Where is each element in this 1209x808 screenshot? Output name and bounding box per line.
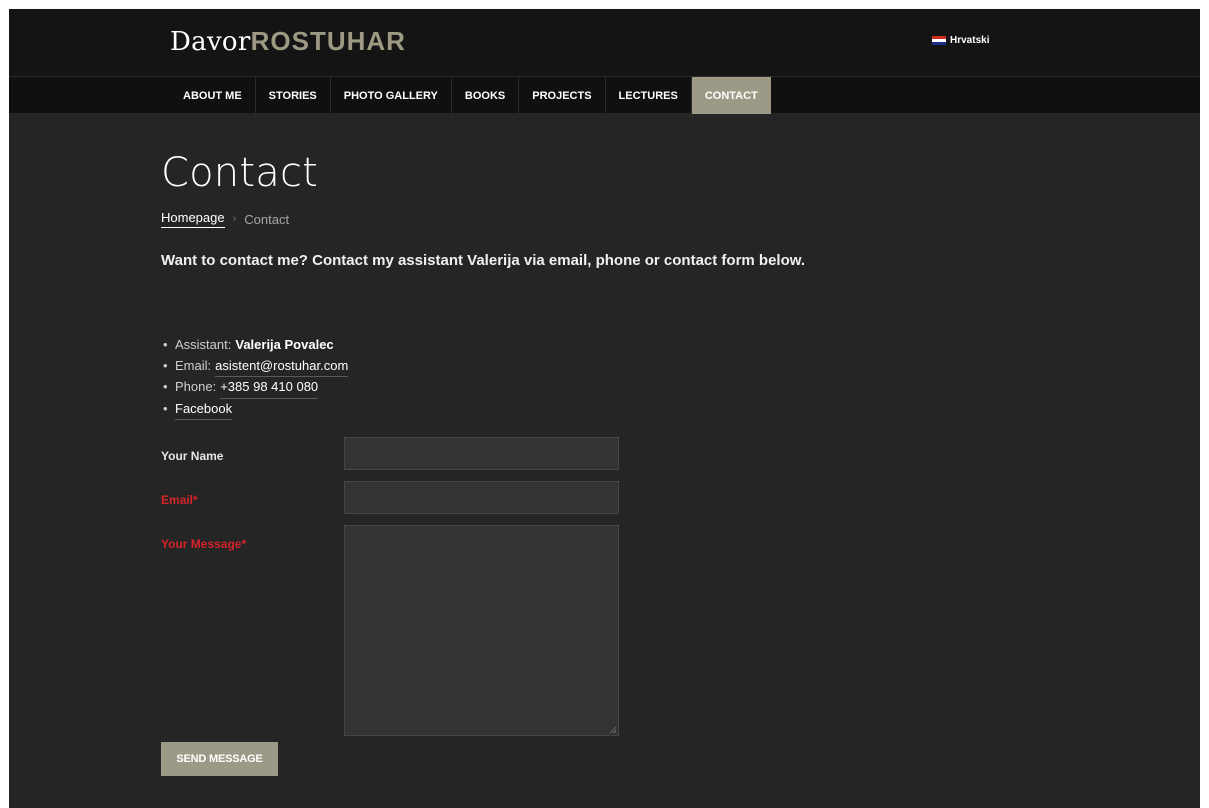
site-logo[interactable]: DavorROSTUHAR: [170, 26, 406, 57]
nav-item-contact[interactable]: CONTACT: [691, 77, 771, 114]
facebook-link[interactable]: Facebook: [175, 399, 233, 420]
phone-label: Phone:: [175, 379, 217, 394]
language-label: Hrvatski: [950, 35, 990, 46]
assistant-label: Assistant:: [175, 337, 232, 352]
resize-handle-icon[interactable]: [609, 726, 616, 733]
breadcrumb: Homepage › Contact: [161, 210, 1061, 228]
list-item-facebook: Facebook: [161, 399, 1061, 420]
phone-link[interactable]: +385 98 410 080: [220, 377, 319, 399]
send-message-button[interactable]: SEND MESSAGE: [161, 742, 278, 776]
list-item-email: Email: asistent@rostuhar.com: [161, 356, 1061, 377]
nav-item-books[interactable]: BOOKS: [452, 77, 520, 114]
list-item-phone: Phone: +385 98 410 080: [161, 377, 1061, 399]
main-content: Contact Homepage › Contact Want to conta…: [161, 150, 1061, 420]
assistant-name: Valerija Povalec: [235, 337, 334, 352]
message-textarea[interactable]: [344, 525, 619, 736]
nav-item-lectures[interactable]: LECTURES: [606, 77, 692, 114]
message-field-label: Your Message*: [161, 537, 247, 551]
email-input[interactable]: [344, 481, 619, 514]
breadcrumb-current: Contact: [244, 211, 290, 227]
language-switch[interactable]: Hrvatski: [932, 35, 989, 46]
breadcrumb-separator-icon: ›: [232, 213, 237, 225]
email-link[interactable]: asistent@rostuhar.com: [215, 356, 349, 377]
page-title: Contact: [161, 150, 319, 196]
nav-item-photo-gallery[interactable]: PHOTO GALLERY: [331, 77, 452, 114]
logo-last-name: ROSTUHAR: [250, 26, 406, 56]
croatia-flag-icon: [932, 36, 946, 45]
main-navigation: ABOUT ME STORIES PHOTO GALLERY BOOKS PRO…: [9, 76, 1200, 114]
logo-first-name: Davor: [170, 27, 251, 57]
nav-item-stories[interactable]: STORIES: [256, 77, 331, 114]
name-field-label: Your Name: [161, 449, 224, 463]
email-field-label: Email*: [161, 493, 198, 507]
breadcrumb-home-link[interactable]: Homepage: [161, 210, 225, 228]
contact-details-list: Assistant: Valerija Povalec Email: asist…: [161, 335, 1061, 420]
email-label: Email:: [175, 357, 212, 373]
list-item-assistant: Assistant: Valerija Povalec: [161, 335, 1061, 356]
nav-item-about-me[interactable]: ABOUT ME: [170, 77, 256, 114]
nav-menu: ABOUT ME STORIES PHOTO GALLERY BOOKS PRO…: [170, 77, 771, 114]
top-bar: DavorROSTUHAR Hrvatski: [9, 9, 1200, 76]
nav-item-projects[interactable]: PROJECTS: [519, 77, 606, 114]
intro-text: Want to contact me? Contact my assistant…: [161, 252, 806, 269]
name-input[interactable]: [344, 437, 619, 470]
